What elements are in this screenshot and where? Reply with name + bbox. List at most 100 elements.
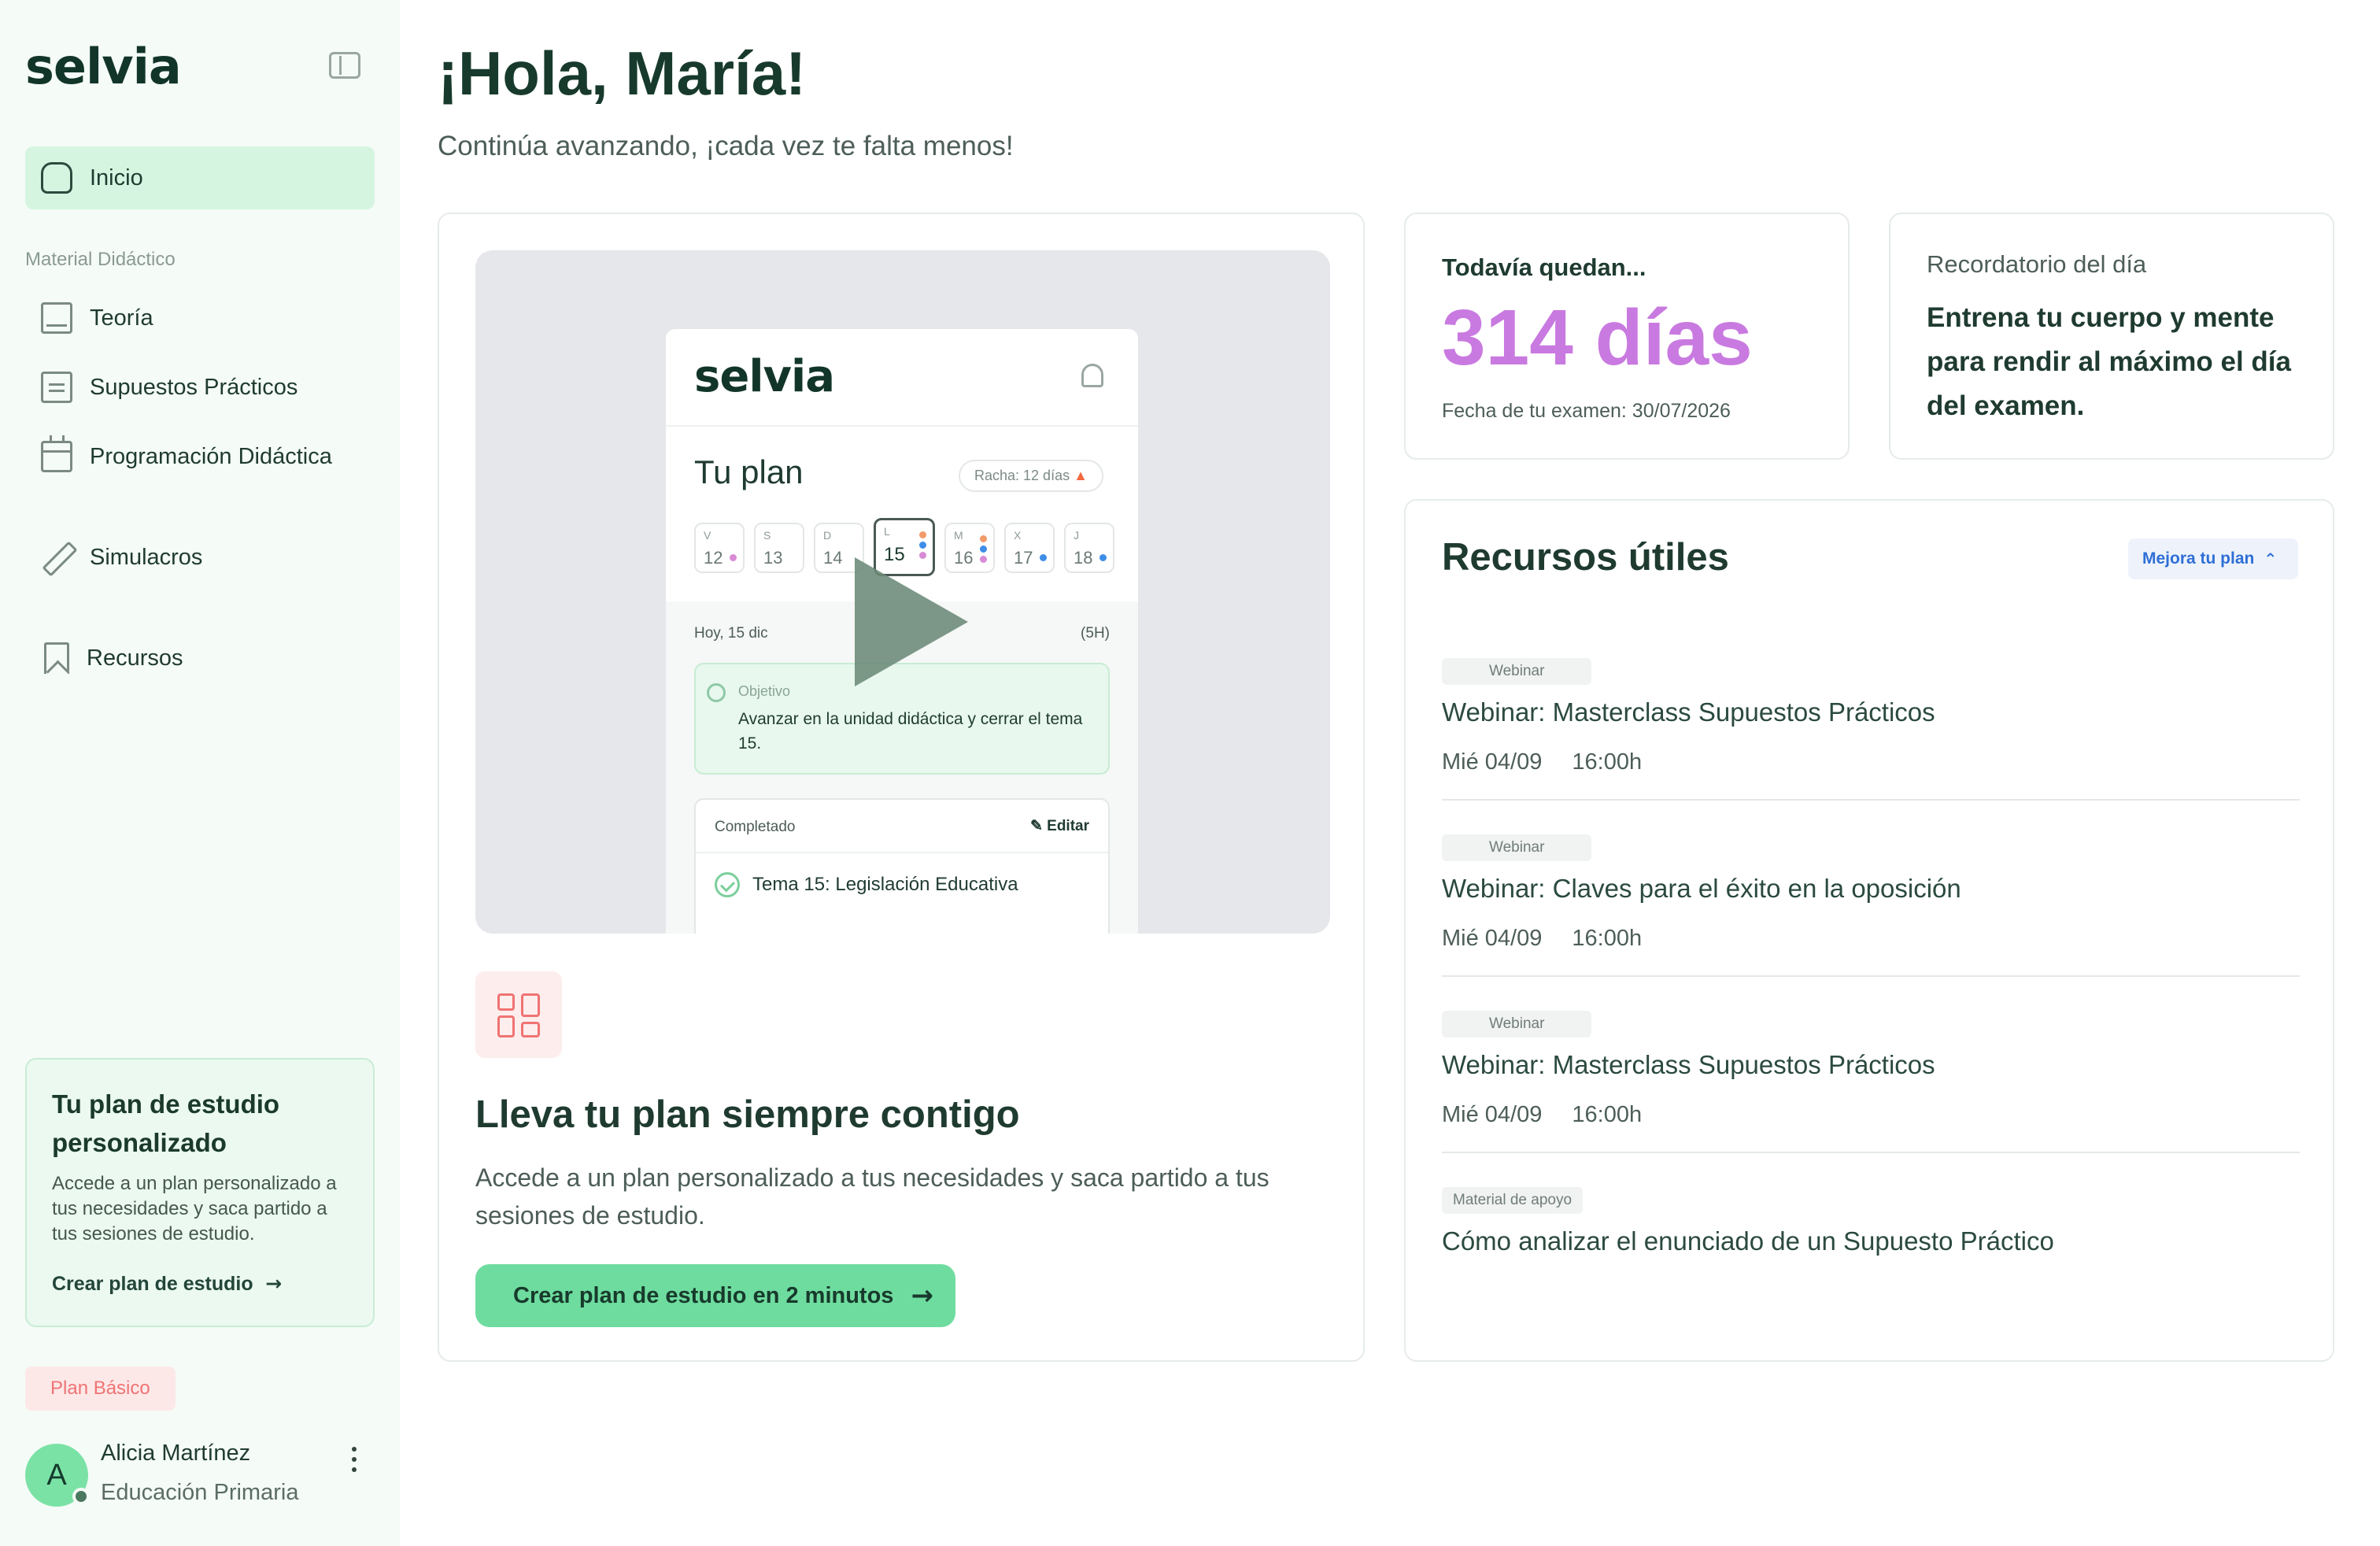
preview-logo: selvia: [694, 351, 835, 402]
topic-title: Tema 15: Legislación Educativa: [752, 874, 1018, 895]
create-plan-button[interactable]: Crear plan de estudio en 2 minutos →: [475, 1264, 955, 1327]
day-letter: J: [1074, 529, 1079, 542]
resources-title: Recursos útiles: [1442, 536, 1729, 579]
completed-card: Completado ✎ Editar Tema 15: Legislación…: [694, 798, 1110, 934]
resource-title: Cómo analizar el enunciado de un Supuest…: [1442, 1226, 2054, 1256]
layout-grid-icon: [475, 971, 562, 1058]
online-status-icon: [72, 1488, 90, 1505]
study-plan-promo-card: Tu plan de estudio personalizado Accede …: [25, 1058, 375, 1327]
streak-badge: Racha: 12 días ▲: [959, 460, 1103, 492]
resource-item[interactable]: Webinar Webinar: Claves para el éxito en…: [1442, 834, 2300, 977]
resource-date: Mié 04/09: [1442, 749, 1543, 775]
resource-date: Mié 04/09: [1442, 1102, 1543, 1127]
preview-title: Tu plan: [694, 453, 804, 490]
page-title: ¡Hola, María!: [438, 39, 807, 108]
arrow-right-icon: →: [258, 1272, 283, 1295]
completed-label: Completado: [715, 819, 796, 835]
resource-datetime: Mié 04/09 16:00h: [1442, 1102, 2300, 1128]
resource-date: Mié 04/09: [1442, 926, 1543, 951]
edit-label: Editar: [1047, 818, 1089, 834]
improve-plan-button[interactable]: Mejora tu plan ⌃: [2128, 538, 2298, 579]
resources-card: Recursos útiles Mejora tu plan ⌃ Webinar…: [1404, 499, 2334, 1362]
nav-item-recursos[interactable]: Recursos: [25, 627, 375, 690]
day-letter: L: [884, 525, 890, 538]
resource-item[interactable]: Material de apoyo Cómo analizar el enunc…: [1442, 1187, 2300, 1256]
day-number: 12: [704, 548, 723, 568]
goal-label: Objetivo: [738, 683, 791, 699]
arrow-right-icon: →: [911, 1280, 933, 1311]
resource-item[interactable]: Webinar Webinar: Masterclass Supuestos P…: [1442, 658, 2300, 801]
day-letter: X: [1014, 529, 1022, 542]
resource-tag: Webinar: [1442, 1011, 1592, 1037]
reminder-text: Entrena tu cuerpo y mente para rendir al…: [1927, 302, 2291, 421]
nav-item-inicio[interactable]: Inicio: [25, 146, 375, 209]
nav-item-label: Recursos: [87, 645, 183, 671]
promo-description: Accede a un plan personalizado a tus nec…: [52, 1173, 337, 1245]
pencil-icon: [41, 542, 72, 573]
resource-time: 16:00h: [1572, 926, 1643, 951]
promo-title: Tu plan de estudio personalizado: [52, 1089, 280, 1157]
day-cell: J 18: [1064, 523, 1114, 573]
resource-tag: Webinar: [1442, 658, 1592, 685]
countdown-label: Todavía quedan...: [1442, 253, 1646, 281]
flame-icon: ▲: [1074, 468, 1088, 483]
day-letter: S: [763, 529, 771, 542]
bell-icon: [1081, 364, 1103, 387]
resource-datetime: Mié 04/09 16:00h: [1442, 926, 2300, 952]
day-number: 14: [823, 548, 843, 568]
avatar[interactable]: A: [25, 1444, 90, 1507]
plan-badge: Plan Básico: [25, 1367, 176, 1411]
nav-item-supuestos[interactable]: Supuestos Prácticos: [25, 356, 375, 419]
chevrons-up-icon: ⌃: [2264, 549, 2278, 568]
nav-item-label: Simulacros: [90, 544, 203, 570]
video-player[interactable]: selvia Tu plan Racha: 12 días ▲ V 12 S 1…: [475, 250, 1330, 934]
resource-tag: Material de apoyo: [1442, 1187, 1584, 1214]
resource-item[interactable]: Webinar Webinar: Masterclass Supuestos P…: [1442, 1011, 2300, 1153]
edit-button: ✎ Editar: [1029, 818, 1089, 834]
day-number: 18: [1074, 548, 1093, 568]
preview-today: Hoy, 15 dic: [694, 625, 768, 642]
nav-item-label: Programación Didáctica: [90, 443, 332, 469]
preview-hours: (5H): [1081, 625, 1110, 642]
day-letter: M: [954, 529, 963, 542]
document-icon: [41, 372, 72, 403]
countdown-value: 314 días: [1442, 294, 1753, 382]
resource-title: Webinar: Masterclass Supuestos Prácticos: [1442, 697, 1935, 727]
day-number: 17: [1014, 548, 1033, 568]
resource-tag: Webinar: [1442, 834, 1592, 861]
check-circle-icon: [715, 872, 740, 897]
day-letter: V: [704, 529, 711, 542]
resource-title: Webinar: Masterclass Supuestos Prácticos: [1442, 1050, 1935, 1079]
user-role: Educación Primaria: [101, 1480, 299, 1505]
day-letter: D: [823, 529, 832, 542]
nav-item-teoria[interactable]: Teoría: [25, 287, 375, 350]
nav-item-simulacros[interactable]: Simulacros: [25, 526, 375, 589]
play-icon[interactable]: [855, 557, 968, 686]
sidebar: selvia Inicio Material Didáctico Teoría …: [0, 0, 400, 1546]
exam-date: Fecha de tu examen: 30/07/2026: [1442, 400, 1731, 422]
reminder-card: Recordatorio del día Entrena tu cuerpo y…: [1889, 213, 2334, 460]
bookmark-icon: [44, 642, 69, 674]
resource-time: 16:00h: [1572, 1102, 1643, 1127]
hero-title: Lleva tu plan siempre contigo: [475, 1093, 1020, 1136]
resource-title: Webinar: Claves para el éxito en la opos…: [1442, 874, 1961, 903]
improve-plan-label: Mejora tu plan: [2142, 549, 2255, 568]
nav-item-programacion[interactable]: Programación Didáctica: [25, 425, 375, 488]
kebab-menu-icon[interactable]: [349, 1447, 359, 1478]
goal-text: Avanzar en la unidad didáctica y cerrar …: [738, 710, 1083, 753]
page-subtitle: Continúa avanzando, ¡cada vez te falta m…: [438, 131, 1014, 161]
app-logo[interactable]: selvia: [25, 38, 182, 95]
day-cell: V 12: [694, 523, 745, 573]
book-icon: [41, 302, 72, 334]
calendar-icon: [41, 435, 72, 472]
reminder-label: Recordatorio del día: [1927, 250, 2147, 278]
resource-time: 16:00h: [1572, 749, 1643, 775]
collapse-sidebar-icon[interactable]: [329, 52, 360, 79]
create-plan-link[interactable]: Crear plan de estudio →: [52, 1272, 282, 1296]
streak-label: Racha: 12 días: [974, 468, 1070, 483]
nav-item-label: Inicio: [90, 165, 143, 190]
resource-datetime: Mié 04/09 16:00h: [1442, 749, 2300, 775]
day-cell: X 17: [1004, 523, 1055, 573]
create-plan-link-label: Crear plan de estudio: [52, 1273, 253, 1295]
section-label: Material Didáctico: [25, 249, 176, 270]
